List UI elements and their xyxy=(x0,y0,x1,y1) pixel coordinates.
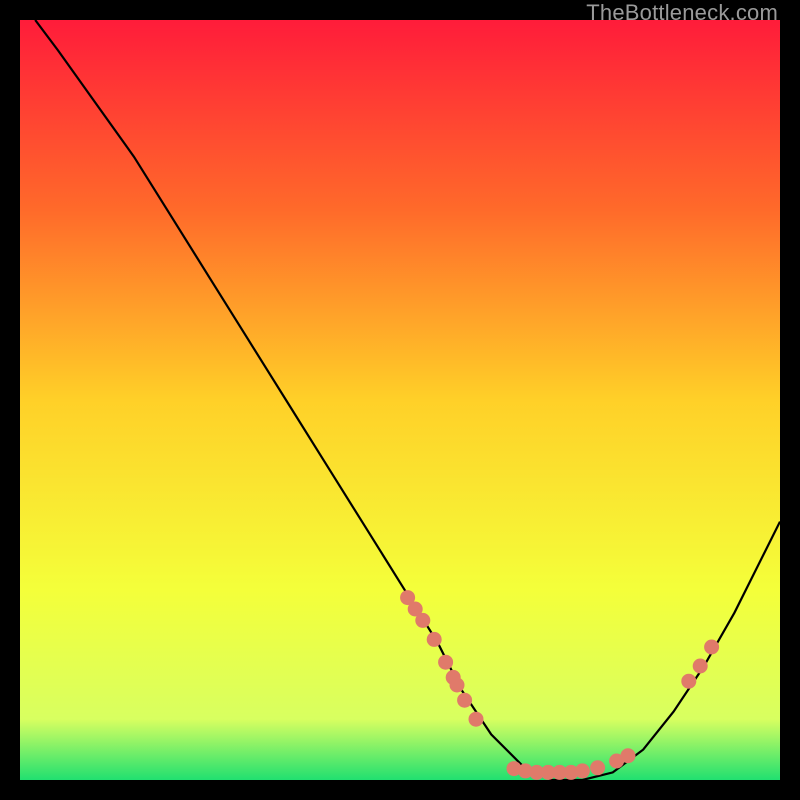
data-point xyxy=(415,613,430,628)
data-point xyxy=(457,693,472,708)
chart-background xyxy=(20,20,780,780)
data-point xyxy=(693,659,708,674)
chart-svg xyxy=(20,20,780,780)
data-point xyxy=(469,712,484,727)
data-point xyxy=(427,632,442,647)
chart-frame: TheBottleneck.com xyxy=(0,0,800,800)
data-point xyxy=(575,763,590,778)
data-point xyxy=(704,640,719,655)
data-point xyxy=(681,674,696,689)
data-point xyxy=(438,655,453,670)
data-point xyxy=(450,678,465,693)
data-point xyxy=(590,760,605,775)
data-point xyxy=(621,748,636,763)
